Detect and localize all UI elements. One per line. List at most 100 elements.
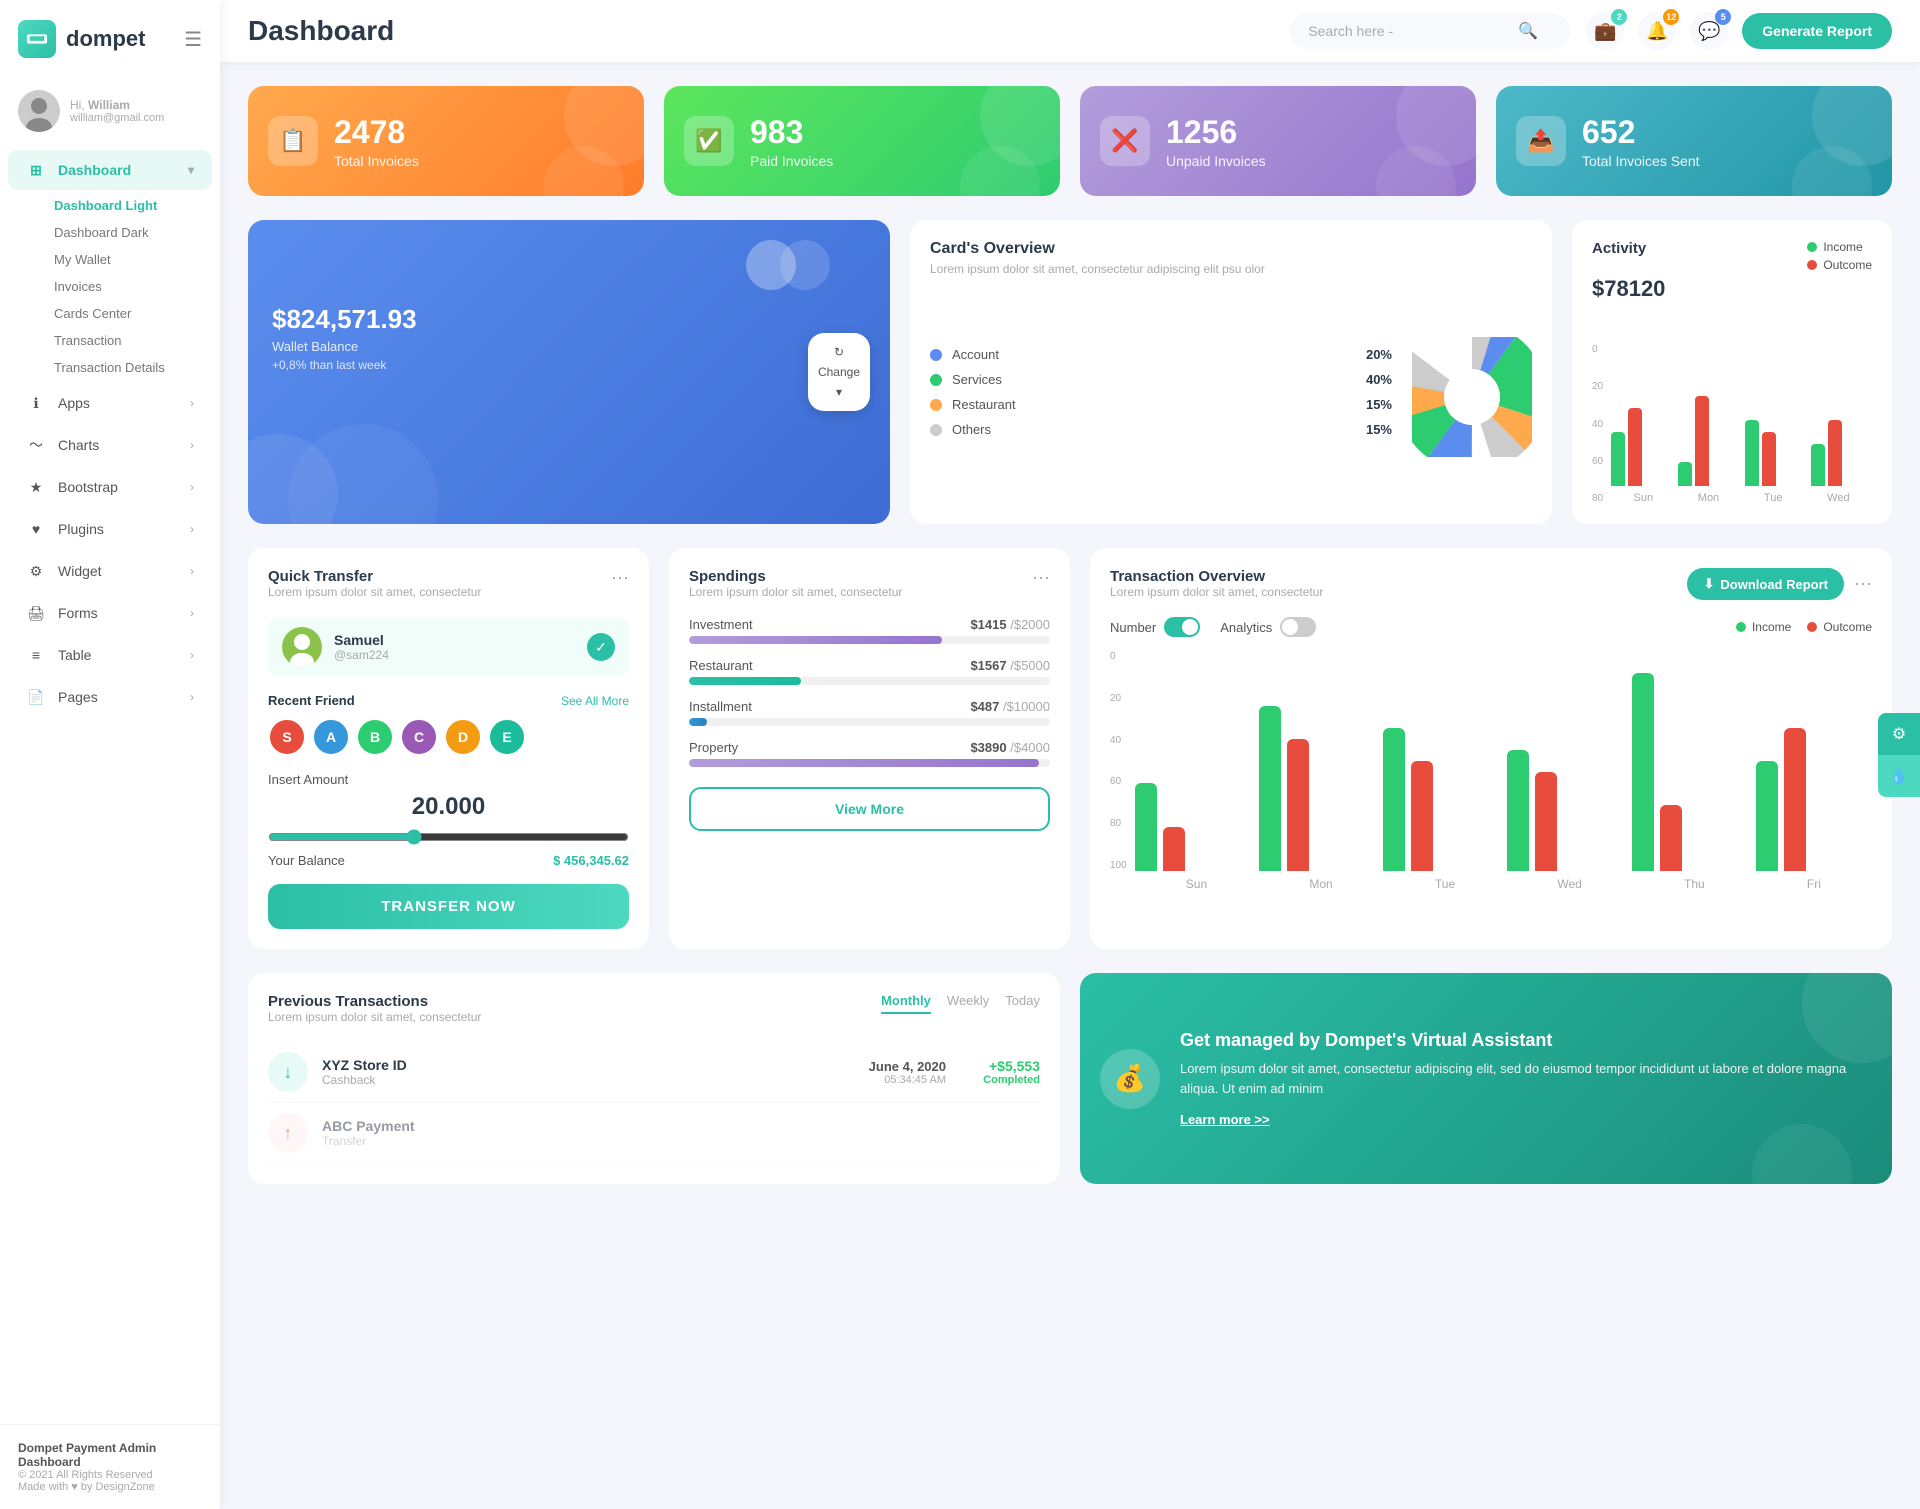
total-sent-info: 652 Total Invoices Sent <box>1582 114 1700 169</box>
tx-icon-2: ↑ <box>268 1113 308 1153</box>
transfer-now-button[interactable]: TRANSFER NOW <box>268 884 629 929</box>
stat-card-paid-invoices: ✅ 983 Paid Invoices <box>664 86 1060 196</box>
user-email: william@gmail.com <box>70 112 164 124</box>
sidebar-item-forms[interactable]: 🖨 Forms › <box>8 593 212 633</box>
quick-transfer-menu[interactable]: ⋯ <box>611 568 629 589</box>
floating-water-button[interactable]: 💧 <box>1878 755 1920 797</box>
paid-invoices-number: 983 <box>750 114 833 151</box>
sidebar-subitem-cards-center[interactable]: Cards Center <box>44 300 220 327</box>
to-outcome-dot <box>1807 622 1817 632</box>
promo-card: 💰 Get managed by Dompet's Virtual Assist… <box>1080 973 1892 1184</box>
number-toggle[interactable] <box>1164 617 1200 637</box>
promo-link[interactable]: Learn more >> <box>1180 1112 1864 1127</box>
spendings-menu[interactable]: ⋯ <box>1032 568 1050 589</box>
friend-avatar-1[interactable]: S <box>268 718 306 756</box>
friend-avatar-4[interactable]: C <box>400 718 438 756</box>
friends-row: S A B C D E <box>268 718 629 756</box>
bar-group-sun <box>1611 408 1672 486</box>
wallet-icon-btn[interactable]: 💼 2 <box>1586 12 1624 50</box>
sidebar-item-apps[interactable]: ℹ Apps › <box>8 383 212 423</box>
sidebar-subitem-my-wallet[interactable]: My Wallet <box>44 246 220 273</box>
floating-settings-button[interactable]: ⚙ <box>1878 713 1920 755</box>
bar-sun-outcome <box>1628 408 1642 486</box>
sidebar-item-label: Charts <box>58 437 99 453</box>
sidebar-item-pages[interactable]: 📄 Pages › <box>8 677 212 717</box>
bar-group-tue <box>1745 420 1806 486</box>
download-icon: ⬇ <box>1703 576 1714 592</box>
table-icon: ≡ <box>26 645 46 665</box>
sidebar-item-plugins[interactable]: ♥ Plugins › <box>8 509 212 549</box>
to-fri-outcome <box>1784 728 1806 871</box>
to-title: Transaction Overview <box>1110 568 1323 585</box>
investment-bar <box>689 636 942 644</box>
bar-mon-income <box>1678 462 1692 486</box>
sidebar-item-charts[interactable]: 〜 Charts › <box>8 425 212 465</box>
cards-overview-desc: Lorem ipsum dolor sit amet, consectetur … <box>930 262 1532 276</box>
sidebar-item-bootstrap[interactable]: ★ Bootstrap › <box>8 467 212 507</box>
sidebar-item-label: Forms <box>58 605 98 621</box>
contact-check-icon: ✓ <box>587 633 615 661</box>
activity-card: Activity Income Outcome $78120 <box>1572 220 1892 524</box>
spending-restaurant: Restaurant $1567 /$5000 <box>689 658 1050 685</box>
sidebar-subitem-transaction-details[interactable]: Transaction Details <box>44 354 220 381</box>
services-dot <box>930 374 942 386</box>
paid-invoices-info: 983 Paid Invoices <box>750 114 833 169</box>
sidebar-item-widget[interactable]: ⚙ Widget › <box>8 551 212 591</box>
sidebar-item-label: Widget <box>58 563 102 579</box>
sidebar-subitem-transaction[interactable]: Transaction <box>44 327 220 354</box>
spending-installment: Installment $487 /$10000 <box>689 699 1050 726</box>
message-icon-btn[interactable]: 💬 5 <box>1690 12 1728 50</box>
download-report-button[interactable]: ⬇ Download Report <box>1687 568 1844 600</box>
to-wed-income <box>1507 750 1529 871</box>
sidebar-subitem-invoices[interactable]: Invoices <box>44 273 220 300</box>
spendings-desc: Lorem ipsum dolor sit amet, consectetur <box>689 585 902 599</box>
footer-copy: © 2021 All Rights Reserved <box>18 1469 202 1481</box>
number-toggle-group: Number <box>1110 617 1200 637</box>
analytics-label: Analytics <box>1220 620 1272 635</box>
sidebar-user: Hi, William william@gmail.com <box>0 78 220 148</box>
recent-friend-label: Recent Friend <box>268 693 355 708</box>
search-icon[interactable]: 🔍 <box>1518 21 1538 41</box>
installment-bar <box>689 718 707 726</box>
tx-type: Cashback <box>322 1073 407 1087</box>
friend-avatar-2[interactable]: A <box>312 718 350 756</box>
tab-monthly[interactable]: Monthly <box>881 993 931 1014</box>
header-icons: 💼 2 🔔 12 💬 5 Generate Report <box>1586 12 1892 50</box>
tab-weekly[interactable]: Weekly <box>947 993 989 1014</box>
analytics-toggle[interactable] <box>1280 617 1316 637</box>
to-thu-outcome <box>1660 805 1682 871</box>
hamburger-icon[interactable]: ☰ <box>184 27 202 52</box>
search-input[interactable] <box>1308 23 1508 39</box>
to-bar-wed <box>1507 750 1623 871</box>
sidebar-item-dashboard[interactable]: ⊞ Dashboard ▾ <box>8 150 212 190</box>
to-menu[interactable]: ⋯ <box>1854 574 1872 595</box>
sidebar-subitem-dashboard-dark[interactable]: Dashboard Dark <box>44 219 220 246</box>
restaurant-bar <box>689 677 801 685</box>
amount-slider[interactable] <box>268 829 629 845</box>
friend-avatar-6[interactable]: E <box>488 718 526 756</box>
chevron-down-icon: ▾ <box>188 163 194 177</box>
pages-icon: 📄 <box>26 687 46 707</box>
to-income-legend: Income <box>1736 620 1791 634</box>
friend-avatar-3[interactable]: B <box>356 718 394 756</box>
to-bar-sun <box>1135 783 1251 871</box>
bar-tue-outcome <box>1762 432 1776 486</box>
tab-today[interactable]: Today <box>1005 993 1040 1014</box>
sidebar-item-label: Bootstrap <box>58 479 118 495</box>
pt-title: Previous Transactions <box>268 993 481 1010</box>
others-label: Others <box>952 422 991 437</box>
view-more-button[interactable]: View More <box>689 787 1050 831</box>
to-y-axis: 100806040200 <box>1110 651 1131 871</box>
cards-overview: Card's Overview Lorem ipsum dolor sit am… <box>910 220 1552 524</box>
generate-report-button[interactable]: Generate Report <box>1742 13 1892 49</box>
see-all-link[interactable]: See All More <box>561 694 629 708</box>
tx-amount: +$5,553 <box>970 1058 1040 1074</box>
sidebar-subitems: Dashboard Light Dashboard Dark My Wallet… <box>0 192 220 381</box>
friend-avatar-5[interactable]: D <box>444 718 482 756</box>
bell-icon-btn[interactable]: 🔔 12 <box>1638 12 1676 50</box>
installment-amount: $487 /$10000 <box>970 699 1050 714</box>
sidebar-subitem-dashboard-light[interactable]: Dashboard Light <box>44 192 220 219</box>
activity-amount: $78120 <box>1592 276 1872 302</box>
insert-amount-label: Insert Amount <box>268 772 629 787</box>
sidebar-item-table[interactable]: ≡ Table › <box>8 635 212 675</box>
